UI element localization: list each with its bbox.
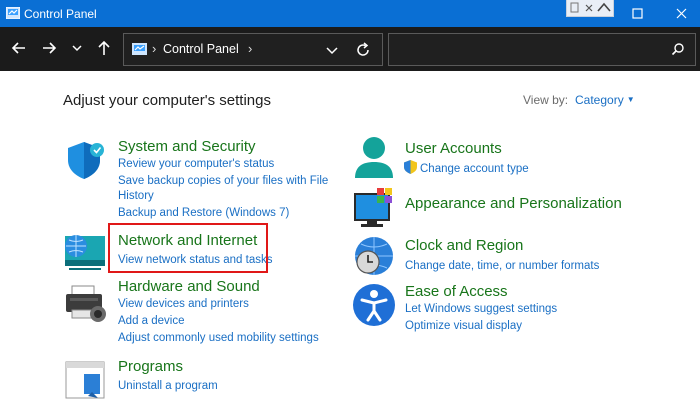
breadcrumb-separator[interactable]: ›: [248, 41, 252, 56]
link-optimize-visual-display[interactable]: Optimize visual display: [405, 318, 522, 334]
search-box[interactable]: [388, 33, 696, 66]
programs-icon: [65, 361, 105, 399]
network-globe-icon: [65, 235, 105, 270]
clock-globe-icon: [355, 237, 393, 275]
page-title: Adjust your computer's settings: [63, 92, 271, 109]
control-panel-icon: [132, 43, 147, 55]
up-arrow-icon[interactable]: [93, 37, 115, 59]
maximize-icon[interactable]: [624, 6, 652, 22]
link-save-backup-copies-continued[interactable]: History: [118, 188, 154, 204]
printer-icon: [66, 285, 106, 322]
link-adjust-mobility-settings[interactable]: Adjust commonly used mobility settings: [118, 330, 319, 346]
accessibility-icon: [353, 284, 395, 326]
title-bar: Control Panel: [0, 0, 700, 27]
link-let-windows-suggest-settings[interactable]: Let Windows suggest settings: [405, 301, 557, 317]
navigation-bar: › Control Panel ›: [0, 27, 700, 71]
control-panel-icon: [6, 7, 20, 19]
refresh-icon[interactable]: [353, 40, 373, 60]
breadcrumb-separator: ›: [152, 41, 157, 56]
search-icon[interactable]: [671, 42, 685, 56]
link-review-status[interactable]: Review your computer's status: [118, 156, 274, 172]
back-arrow-icon[interactable]: [8, 37, 30, 59]
search-input[interactable]: [395, 40, 659, 60]
category-title-user-accounts[interactable]: User Accounts: [405, 140, 502, 157]
category-title-programs[interactable]: Programs: [118, 358, 183, 375]
snap-layout-icon: [570, 2, 611, 13]
link-backup-and-restore[interactable]: Backup and Restore (Windows 7): [118, 205, 289, 221]
link-uninstall-a-program[interactable]: Uninstall a program: [118, 378, 218, 394]
shield-icon: [68, 142, 104, 179]
view-by-value[interactable]: Category: [575, 93, 624, 107]
address-bar[interactable]: › Control Panel ›: [123, 33, 383, 66]
user-icon: [355, 137, 393, 178]
view-by-dropdown[interactable]: Category ▼: [575, 93, 635, 107]
breadcrumb-control-panel[interactable]: Control Panel: [163, 42, 239, 56]
category-title-appearance-and-personalization[interactable]: Appearance and Personalization: [405, 195, 622, 212]
chevron-down-icon[interactable]: [324, 42, 340, 58]
link-change-account-type[interactable]: Change account type: [420, 161, 529, 177]
uac-shield-icon: [404, 160, 417, 174]
monitor-palette-icon: [354, 188, 392, 227]
category-title-hardware-and-sound[interactable]: Hardware and Sound: [118, 278, 260, 295]
link-view-devices-and-printers[interactable]: View devices and printers: [118, 296, 249, 312]
recent-locations-chevron-icon[interactable]: [66, 37, 88, 59]
category-title-system-and-security[interactable]: System and Security: [118, 138, 256, 155]
window-title: Control Panel: [24, 7, 97, 21]
link-save-backup-copies[interactable]: Save backup copies of your files with Fi…: [118, 173, 328, 189]
dropdown-caret-icon: ▼: [626, 95, 635, 104]
category-title-clock-and-region[interactable]: Clock and Region: [405, 237, 523, 254]
category-title-ease-of-access[interactable]: Ease of Access: [405, 283, 508, 300]
link-change-date-time-formats[interactable]: Change date, time, or number formats: [405, 258, 599, 274]
close-icon[interactable]: [668, 6, 696, 22]
view-by-label: View by:: [523, 93, 569, 107]
highlight-box: [108, 223, 268, 273]
forward-arrow-icon[interactable]: [38, 37, 60, 59]
snap-layout-popup[interactable]: [566, 0, 614, 17]
link-add-a-device[interactable]: Add a device: [118, 313, 185, 329]
